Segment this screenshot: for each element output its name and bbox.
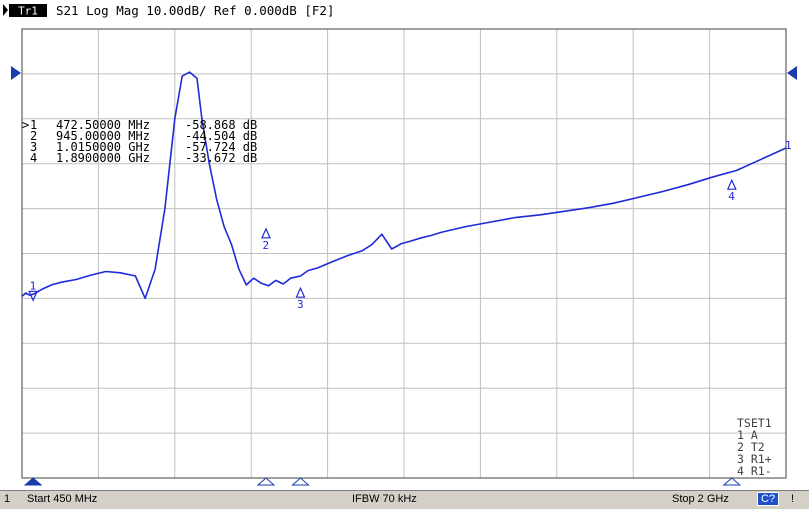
tset-line-4: 4 R1- <box>737 464 772 478</box>
marker-row-4-num: 4 <box>30 151 37 165</box>
marker-2-label: 2 <box>262 239 269 252</box>
status-bar: 1 Start 450 MHz IFBW 70 kHz Stop 2 GHz C… <box>0 490 809 509</box>
stop-frequency[interactable]: Stop 2 GHz <box>672 493 729 505</box>
trace-end-label: 1 <box>785 139 792 152</box>
status-flag: ! <box>791 493 795 505</box>
marker-row-1-active: > <box>22 118 29 132</box>
trace-header-text: S21 Log Mag 10.00dB/ Ref 0.000dB [F2] <box>56 3 334 18</box>
marker-row-4-stimulus: 1.8900000 GHz <box>56 151 150 165</box>
marker-4-label: 4 <box>728 190 735 203</box>
start-frequency[interactable]: Start 450 MHz <box>27 493 97 505</box>
calibration-status-badge[interactable]: C? <box>757 492 780 506</box>
channel-number[interactable]: 1 <box>4 493 10 505</box>
marker-row-4-value: -33.672 dB <box>185 151 257 165</box>
trace-plot[interactable]: Tr1 S21 Log Mag 10.00dB/ Ref 0.000dB [F2… <box>0 0 809 490</box>
marker-1-label: 1 <box>30 279 37 292</box>
marker-3-label: 3 <box>297 298 304 311</box>
marker-readout-table: > 1 472.50000 MHz -58.868 dB 2 945.00000… <box>22 118 257 165</box>
trace-id: Tr1 <box>18 5 38 18</box>
if-bandwidth[interactable]: IFBW 70 kHz <box>352 493 417 505</box>
